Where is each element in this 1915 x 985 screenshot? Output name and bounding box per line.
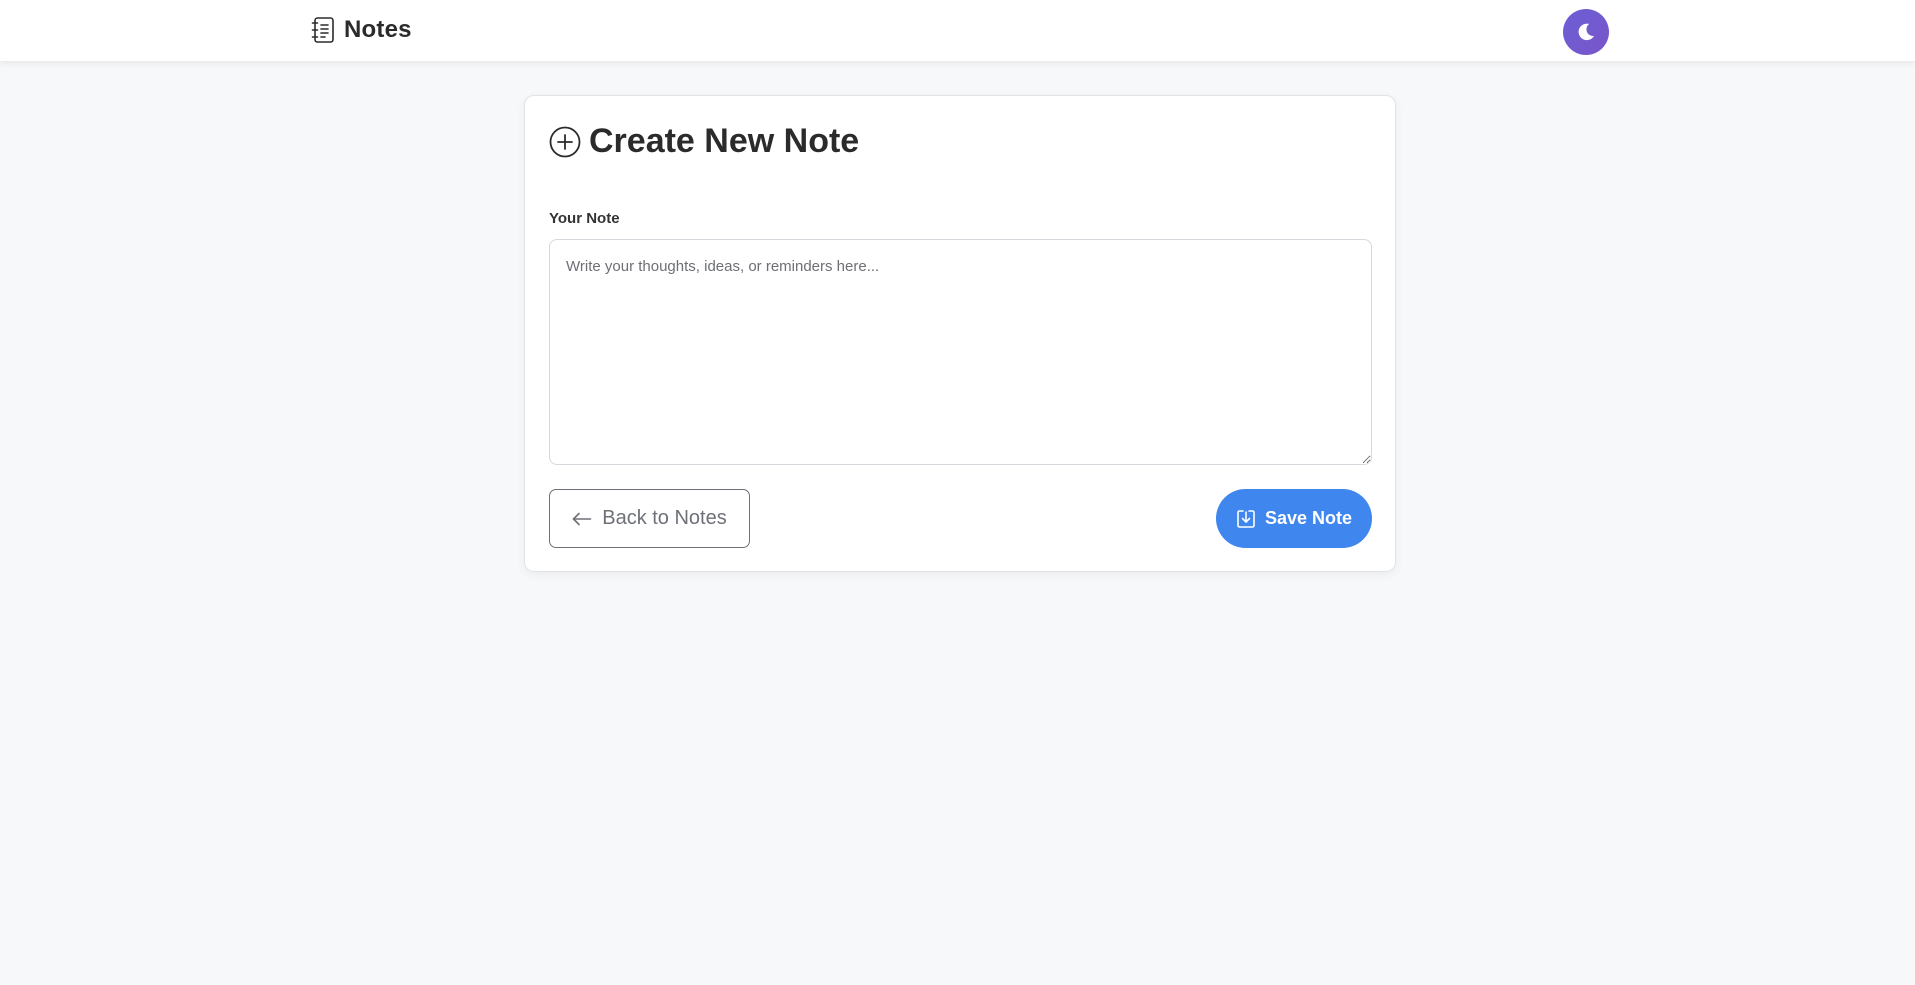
save-download-icon bbox=[1236, 509, 1256, 529]
create-note-card: Create New Note Your Note Back to Notes … bbox=[524, 95, 1396, 572]
note-textarea[interactable] bbox=[549, 239, 1372, 465]
moon-icon bbox=[1575, 21, 1597, 43]
journal-text-icon bbox=[311, 16, 335, 44]
page-title: Create New Note bbox=[589, 122, 860, 160]
brand-title: Notes bbox=[344, 16, 412, 43]
back-to-notes-button[interactable]: Back to Notes bbox=[549, 489, 750, 548]
save-button-label: Save Note bbox=[1264, 508, 1353, 528]
theme-toggle-button[interactable] bbox=[1563, 9, 1609, 55]
plus-circle-icon bbox=[549, 126, 581, 158]
brand[interactable]: Notes bbox=[311, 16, 412, 44]
arrow-left-icon bbox=[572, 512, 592, 526]
save-note-button[interactable]: Save Note bbox=[1216, 489, 1372, 548]
note-label: Your Note bbox=[549, 210, 620, 227]
top-navbar: Notes bbox=[0, 0, 1915, 62]
back-button-label: Back to Notes bbox=[602, 507, 727, 529]
card-header: Create New Note bbox=[549, 122, 859, 161]
